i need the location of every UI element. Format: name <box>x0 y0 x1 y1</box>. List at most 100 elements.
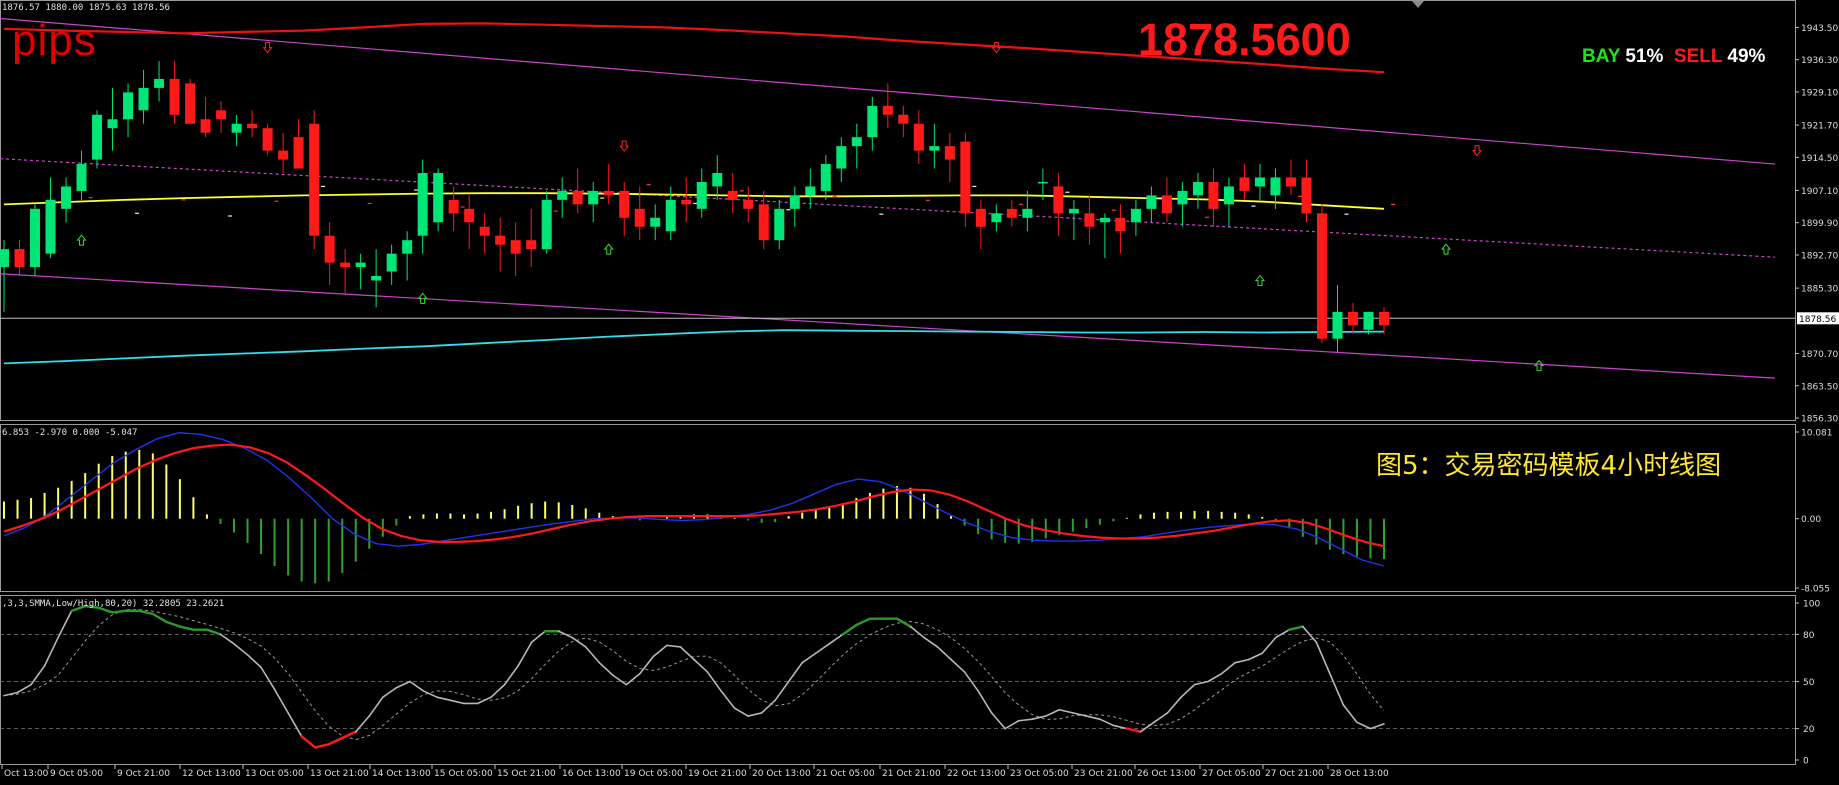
candle-body <box>1006 208 1017 218</box>
stochastic-main-segment <box>747 712 763 717</box>
candle <box>836 137 847 182</box>
stochastic-main-segment <box>923 636 939 648</box>
candle-body <box>541 199 552 250</box>
sell-arrow-icon <box>1471 145 1483 157</box>
stochastic-main-segment <box>612 674 628 686</box>
stochastic-main-segment <box>111 609 127 614</box>
candle-body <box>960 141 971 214</box>
candle <box>743 186 754 223</box>
candle-body <box>944 146 955 160</box>
candle-body <box>200 119 211 133</box>
candle <box>386 244 397 285</box>
candle-body <box>882 105 893 115</box>
time-tick-label: 26 Oct 13:00 <box>1137 769 1196 779</box>
candle <box>727 173 738 214</box>
trading-chart-canvas[interactable]: 1943.50 1936.30 1929.10 1921.70 1914.50 1907.… <box>0 0 1839 785</box>
stochastic-main-segment <box>1193 680 1209 686</box>
stochastic-main-segment <box>1288 625 1305 631</box>
candle-body <box>1053 186 1064 214</box>
candle <box>247 110 258 138</box>
candle <box>61 177 72 223</box>
candle-body <box>526 240 537 250</box>
candle <box>991 204 1002 232</box>
candle-body <box>1285 177 1296 187</box>
candle <box>1239 164 1250 200</box>
candle-body <box>1161 195 1172 214</box>
moving-average-line <box>3 192 1385 210</box>
stochastic-main-segment <box>313 743 330 749</box>
candle <box>495 217 506 272</box>
candle-body <box>510 240 521 254</box>
stochastic-main-segment <box>205 628 222 636</box>
candle <box>557 177 568 218</box>
stochastic-main-segment <box>1220 661 1236 675</box>
stochastic-main-segment <box>1112 724 1128 730</box>
candle-body <box>402 240 413 254</box>
candle-body <box>1177 190 1188 205</box>
candle <box>681 177 692 223</box>
candle <box>1301 159 1312 223</box>
stochastic-main-segment <box>1004 719 1020 730</box>
candle <box>324 222 335 285</box>
candle-body <box>14 249 25 268</box>
stochastic-readout: ,3,3,SMMA,Low/High,80,20) 32.2805 23.262… <box>2 599 225 609</box>
candle <box>1022 190 1033 232</box>
stochastic-panel[interactable]: 100 80 50 20 0 <box>0 600 1820 767</box>
candle-body <box>851 137 862 147</box>
buy-arrow-icon <box>1534 359 1545 372</box>
candle-body <box>355 262 366 268</box>
candle-body <box>774 208 785 241</box>
candle <box>92 110 103 169</box>
price-tick-label: 1914.50 <box>1801 154 1838 164</box>
time-tick-label: 20 Oct 13:00 <box>752 769 811 779</box>
candle <box>231 114 242 147</box>
stochastic-main-segment <box>354 715 371 733</box>
sentiment-indicator: BAY 51% SELL 49% <box>1582 46 1765 68</box>
stochastic-tick-label: 100 <box>1803 600 1820 610</box>
candle <box>1379 307 1389 335</box>
stochastic-main-segment <box>693 658 709 673</box>
price-panel[interactable]: 1943.50 1936.30 1929.10 1921.70 1914.50 1907.… <box>0 17 1839 425</box>
candle-body <box>1332 311 1343 339</box>
candle-body <box>913 123 924 151</box>
candle <box>650 204 661 241</box>
stochastic-signal-line <box>3 609 1385 741</box>
candle-body <box>681 199 692 205</box>
candle-body <box>138 87 149 111</box>
candle <box>712 155 723 200</box>
buy-percent: 51% <box>1625 46 1664 67</box>
time-tick-label: 15 Oct 05:00 <box>434 769 493 779</box>
candle-body <box>820 164 831 191</box>
candle-body <box>727 190 738 200</box>
stochastic-main-segment <box>273 688 289 714</box>
price-tick-label: 1936.30 <box>1801 56 1838 66</box>
candle-body <box>1022 208 1033 218</box>
candle-body <box>448 199 459 214</box>
candle-body <box>154 78 165 88</box>
candle <box>185 78 196 124</box>
sell-percent: 49% <box>1727 46 1766 67</box>
stochastic-main-segment <box>841 623 858 636</box>
candle-body <box>371 276 382 281</box>
stochastic-main-segment <box>774 680 790 702</box>
candle <box>898 105 909 138</box>
stochastic-main-segment <box>517 641 533 667</box>
price-frame <box>0 0 1796 421</box>
stochastic-main-segment <box>300 735 317 749</box>
price-tick-label: 1863.50 <box>1801 382 1838 392</box>
candle <box>820 155 831 200</box>
candle <box>1161 177 1172 223</box>
candle-body <box>650 217 661 227</box>
ohlc-readout: 1876.57 1880.00 1875.63 1878.56 <box>2 3 170 13</box>
stochastic-main-segment <box>368 696 384 717</box>
candle-body <box>665 199 676 232</box>
candle <box>154 61 165 102</box>
macd-tick-label: 10.081 <box>1801 429 1833 439</box>
candle-body <box>1254 177 1265 187</box>
candle-body <box>805 186 816 196</box>
stochastic-main-segment <box>476 696 492 705</box>
candle <box>417 159 428 254</box>
price-tick-label: 1899.90 <box>1801 219 1838 229</box>
stochastic-main-segment <box>1329 672 1345 706</box>
stochastic-main-segment <box>178 625 195 631</box>
